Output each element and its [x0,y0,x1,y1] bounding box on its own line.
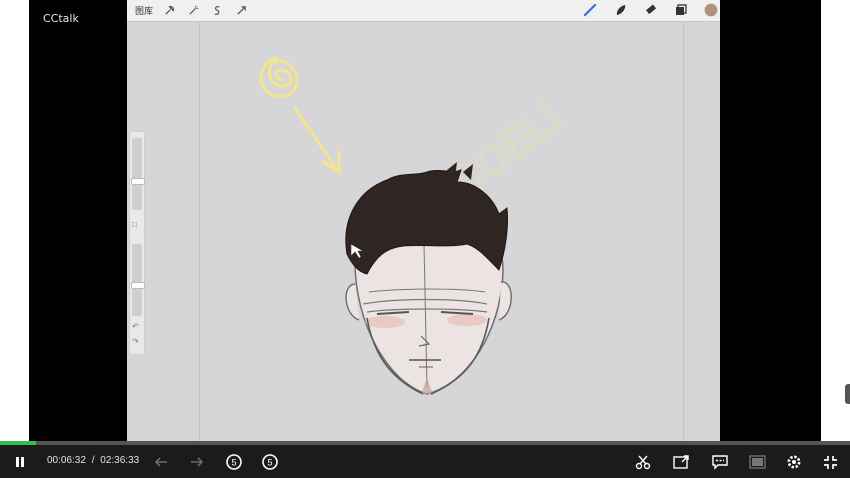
rewind-5-label: 5 [231,458,236,468]
brush-icon[interactable] [582,2,598,18]
screen-icon[interactable] [747,452,767,472]
brand-label: CCtalk [43,12,79,25]
modify-button[interactable]: □ [132,220,137,229]
undo-icon[interactable]: ↶ [132,322,139,331]
rewind-5-icon[interactable]: 5 [224,452,244,472]
transform-icon[interactable] [233,2,249,18]
danmaku-icon[interactable] [710,452,730,472]
total-time: 02:36:33 [100,455,140,466]
magic-wand-icon[interactable] [185,2,201,18]
layers-icon[interactable] [673,2,689,18]
brush-sidebar: □ ↶ ↷ [129,131,145,355]
redo-icon[interactable]: ↷ [132,337,139,346]
brush-size-handle[interactable] [131,178,145,185]
clip-icon[interactable] [633,452,653,472]
smudge-icon[interactable] [613,2,629,18]
opacity-handle[interactable] [131,282,145,289]
wrench-icon[interactable] [161,2,177,18]
canvas-toolbar: 图库 [127,0,720,22]
selection-icon[interactable] [209,2,225,18]
share-icon[interactable] [671,452,691,472]
time-display: 00:06:32 / 02:36:33 [47,455,139,466]
time-separator: / [91,455,95,466]
side-panel-tab[interactable] [845,384,850,404]
next-icon[interactable] [188,452,206,472]
settings-icon[interactable] [784,452,804,472]
prev-icon[interactable] [152,452,170,472]
eraser-icon[interactable] [643,2,659,18]
brush-size-slider[interactable] [132,138,142,210]
gallery-button[interactable]: 图库 [135,4,153,17]
sketch-layer: COELI [259,56,570,395]
exit-fullscreen-icon[interactable] [820,452,840,472]
yellow-scribble [259,56,341,175]
current-time: 00:06:32 [47,455,86,466]
opacity-slider[interactable] [132,244,142,316]
forward-5-icon[interactable]: 5 [260,452,280,472]
color-swatch[interactable] [703,2,719,18]
player-controls: 00:06:32 / 02:36:33 5 5 [0,445,850,478]
forward-5-label: 5 [267,458,272,468]
pause-icon[interactable] [12,452,30,472]
